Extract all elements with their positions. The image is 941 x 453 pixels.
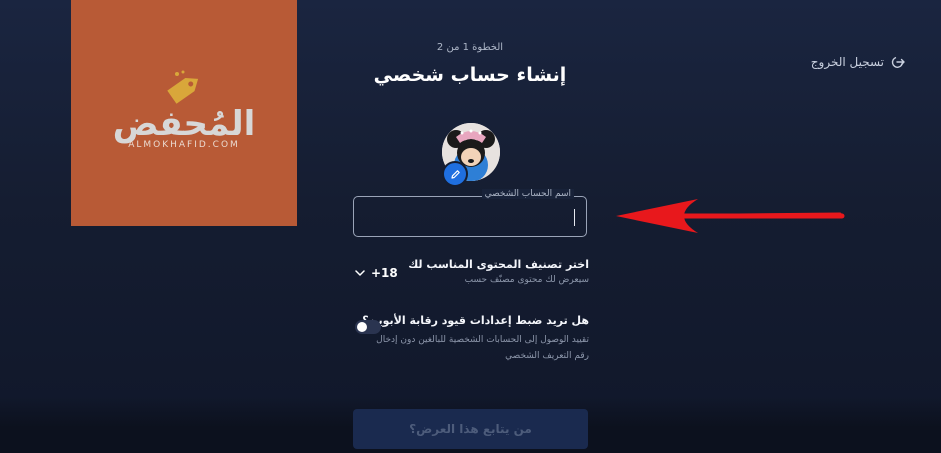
avatar-picker[interactable] [442,123,502,187]
parental-controls-row: هل تريد ضبط إعدادات قيود رقابة الأبوين؟ … [355,314,589,364]
watermark-text: المُحفض [112,104,256,144]
logout-label: تسجيل الخروج [810,55,884,69]
parental-controls-toggle[interactable] [355,320,381,334]
watermark-domain: ALMOKHAFID.COM [128,140,240,150]
text-caret [574,209,575,226]
profile-name-input[interactable] [354,197,586,236]
step-indicator: الخطوة 1 من 2 [436,42,504,53]
continue-button[interactable]: من يتابع هذا العرض؟ [353,409,588,449]
page-title: إنشاء حساب شخصي [373,64,567,86]
logout-icon [891,56,905,68]
pencil-icon [450,169,460,179]
content-rating-selector[interactable]: اختر تصنيف المحتوى المناسب لك سيعرض لك م… [355,258,589,292]
watermark-logo: المُحفض ALMOKHAFID.COM [71,0,297,226]
chevron-down-icon [355,270,365,276]
content-rating-dropdown[interactable]: +18 [355,266,398,280]
parental-controls-title: هل تريد ضبط إعدادات قيود رقابة الأبوين؟ [362,314,589,327]
content-rating-subtitle: سيعرض لك محتوى مصنّف حسب [464,275,589,285]
content-rating-title: اختر تصنيف المحتوى المناسب لك [408,258,589,271]
logout-button[interactable]: تسجيل الخروج [811,55,905,69]
content-rating-value: +18 [371,266,398,280]
toggle-knob [357,322,367,332]
parental-controls-description: تقييد الوصول إلى الحسابات الشخصية للبالغ… [376,335,589,361]
edit-avatar-button[interactable] [442,161,468,187]
price-tag-icon [167,70,199,104]
profile-name-field[interactable]: اسم الحساب الشخصي [353,189,587,237]
annotation-arrow-icon [616,199,845,233]
